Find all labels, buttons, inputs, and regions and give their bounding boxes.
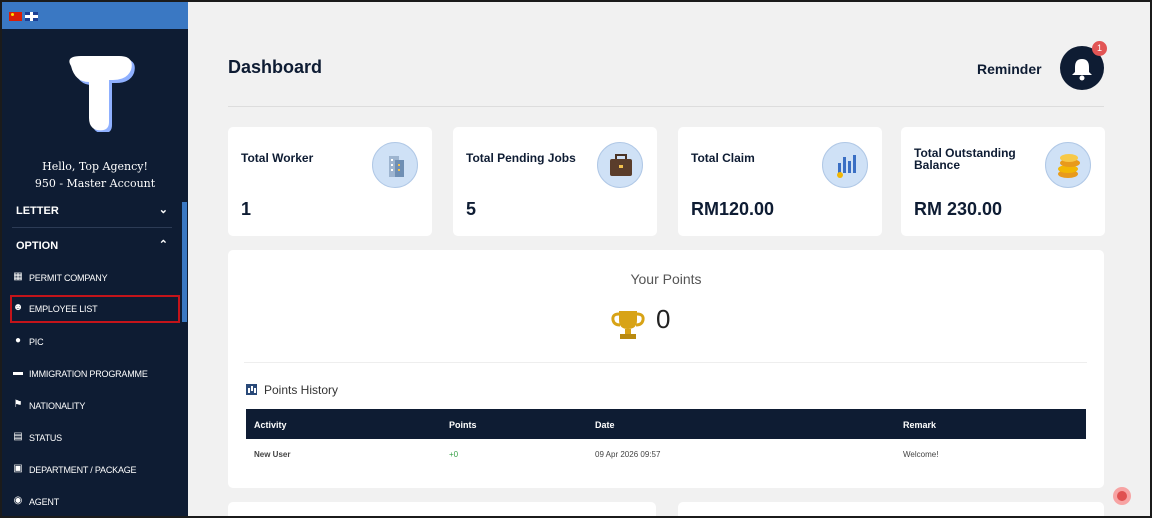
chinese-flag-icon[interactable] [9, 12, 22, 21]
header-divider [228, 106, 1104, 107]
bar-chart-icon [246, 384, 257, 395]
sidebar-item-label: PERMIT COMPANY [29, 273, 108, 283]
trophy-icon [611, 311, 645, 339]
table-row: New User +0 09 Apr 2026 09:57 Welcome! [246, 439, 1086, 469]
building-icon: ▦ [13, 271, 23, 282]
sidebar-item-label: DEPARTMENT / PACKAGE [29, 465, 137, 475]
sidebar: Hello, Top Agency! 950 - Master Account … [2, 2, 188, 516]
stat-card-total-claim: Total Claim RM120.00 [678, 127, 882, 236]
notification-badge: 1 [1092, 41, 1107, 56]
points-value: 0 [656, 304, 671, 334]
points-score: 0 [610, 304, 720, 340]
reminder-label[interactable]: Reminder [977, 61, 1042, 77]
cell-date: 09 Apr 2026 09:57 [595, 450, 661, 459]
package-icon: ▣ [13, 463, 23, 474]
card-title: Total Worker [241, 151, 314, 165]
sidebar-item-immigration-programme[interactable]: ▬ IMMIGRATION PROGRAMME [2, 360, 182, 388]
card-value: 5 [466, 199, 477, 219]
stat-card-total-worker: Total Worker 1 [228, 127, 432, 236]
sidebar-item-label: PIC [29, 337, 44, 347]
user-icon: ● [14, 335, 22, 346]
folder-icon: ▬ [13, 367, 23, 378]
sidebar-item-agent[interactable]: ◉ AGENT [2, 488, 182, 516]
sidebar-item-department-package[interactable]: ▣ DEPARTMENT / PACKAGE [2, 456, 182, 484]
points-table-header: Activity Points Date Remark [246, 409, 1086, 439]
chevron-up-icon: ⌃ [158, 239, 168, 251]
sidebar-divider [12, 227, 172, 228]
card-title: Total Outstanding Balance [914, 146, 1016, 172]
panel-divider [244, 362, 1087, 363]
briefcase-icon [597, 142, 643, 188]
sidebar-item-label: STATUS [29, 433, 62, 443]
bottom-card-right [678, 502, 1104, 516]
column-header-points: Points [449, 420, 477, 430]
menu-section-label: OPTION [16, 240, 59, 252]
account-text: 950 - Master Account [34, 177, 156, 190]
chat-widget-button[interactable] [1113, 487, 1131, 505]
sidebar-item-status[interactable]: ▤ STATUS [2, 424, 182, 452]
card-value: RM 230.00 [914, 199, 1003, 219]
app-logo [69, 56, 135, 132]
app-frame: Hello, Top Agency! 950 - Master Account … [0, 0, 1152, 518]
users-icon: ☻ [12, 302, 24, 313]
points-title: Your Points [630, 271, 702, 287]
column-header-date: Date [595, 420, 615, 430]
sidebar-item-label: AGENT [29, 497, 60, 507]
sidebar-scrollbar[interactable] [182, 202, 187, 322]
flag-icon: ⚑ [13, 399, 23, 410]
card-value: 1 [241, 199, 252, 219]
language-bar [2, 2, 188, 29]
menu-section-label: LETTER [16, 205, 59, 217]
stat-card-total-pending-jobs: Total Pending Jobs 5 [453, 127, 657, 236]
sidebar-item-employee-list[interactable]: ☻ EMPLOYEE LIST [10, 295, 180, 323]
sidebar-item-label: NATIONALITY [29, 401, 86, 411]
user-greeting-block: Hello, Top Agency! 950 - Master Account [2, 158, 188, 192]
english-flag-icon[interactable] [25, 12, 38, 21]
points-panel: Your Points 0 Points History Activity Po… [228, 250, 1104, 488]
clipboard-icon: ▤ [13, 431, 23, 442]
cell-remark: Welcome! [903, 450, 939, 459]
column-header-activity: Activity [254, 420, 287, 430]
cell-points: +0 [449, 450, 459, 459]
sidebar-item-label: EMPLOYEE LIST [29, 304, 98, 314]
stat-card-total-outstanding-balance: Total Outstanding Balance RM 230.00 [901, 127, 1105, 236]
card-title: Total Pending Jobs [466, 151, 576, 165]
chevron-down-icon: ⌄ [158, 204, 168, 216]
sidebar-item-nationality[interactable]: ⚑ NATIONALITY [2, 392, 182, 420]
sidebar-item-label: IMMIGRATION PROGRAMME [29, 369, 148, 379]
card-title: Total Claim [691, 151, 755, 165]
menu-section-option[interactable]: OPTION ⌃ [2, 230, 182, 262]
card-value: RM120.00 [691, 199, 775, 219]
cell-activity: New User [254, 450, 291, 459]
menu-section-letter[interactable]: LETTER ⌄ [2, 195, 182, 227]
main-content: Dashboard Reminder 1 Total Worker 1 Tota… [188, 2, 1150, 516]
building-icon [372, 142, 418, 188]
bottom-card-left [228, 502, 656, 516]
column-header-remark: Remark [903, 420, 937, 430]
sidebar-item-permit-company[interactable]: ▦ PERMIT COMPANY [2, 264, 182, 292]
greeting-text: Hello, Top Agency! [42, 160, 148, 173]
coins-icon [1045, 142, 1091, 188]
chart-coin-icon [822, 142, 868, 188]
points-history-title: Points History [264, 383, 339, 397]
agent-icon: ◉ [13, 495, 23, 506]
page-title: Dashboard [228, 57, 323, 77]
sidebar-item-pic[interactable]: ● PIC [2, 328, 182, 356]
